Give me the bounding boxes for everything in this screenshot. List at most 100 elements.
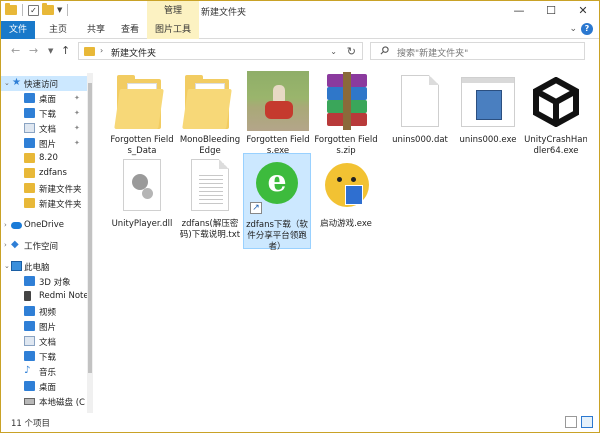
chevron-down-icon[interactable]: ⌄ [330, 47, 337, 56]
sidebar-item-music[interactable]: ♪ 音乐 [1, 364, 87, 379]
sidebar-item-desktop[interactable]: 桌面 [1, 379, 87, 394]
chevron-down-icon[interactable]: ⌄ [4, 79, 10, 87]
download-icon [24, 351, 35, 361]
sidebar-item-pictures[interactable]: 图片 ✦ [1, 136, 87, 151]
cloud-icon [11, 222, 22, 229]
video-icon [24, 306, 35, 316]
sidebar-item-folder[interactable]: 新建文件夹 [1, 196, 87, 211]
sidebar-item-label: 本地磁盘 (C [39, 398, 85, 408]
pin-icon[interactable]: ✦ [74, 94, 80, 102]
large-icons-view-icon[interactable] [581, 416, 593, 428]
sidebar-item-documents[interactable]: 文档 ✦ [1, 121, 87, 136]
list-item[interactable]: e ↗ zdfans下载（软件分享平台领跑者） [243, 153, 311, 252]
expand-ribbon-icon[interactable]: ⌄ [569, 24, 577, 34]
pictures-icon [24, 138, 35, 148]
file-name: unins000.dat [392, 135, 448, 145]
navigation-bar: ← → ▼ ↑ › 新建文件夹 ⌄ ↻ 搜索"新建文件夹" [1, 39, 599, 63]
file-name: UnityPlayer.dll [111, 219, 173, 229]
pin-icon[interactable]: ✦ [74, 124, 80, 132]
list-item[interactable]: zdfans(解压密码)下载说明.txt [177, 155, 243, 241]
forward-arrow-icon[interactable]: → [29, 44, 38, 57]
sidebar-item-label: 音乐 [39, 368, 57, 378]
sidebar-item-folder[interactable]: 8.20 [1, 151, 87, 166]
sidebar-item-this-pc[interactable]: ⌄ 此电脑 [1, 259, 87, 274]
list-item[interactable]: MonoBleeding Edge [177, 71, 243, 157]
maximize-button[interactable]: ☐ [535, 1, 567, 21]
search-box[interactable]: 搜索"新建文件夹" [370, 42, 585, 60]
list-item[interactable]: unins000.dat [387, 71, 453, 146]
close-button[interactable]: ✕ [567, 1, 599, 21]
list-item[interactable]: UnityPlayer.dll [109, 155, 175, 230]
sidebar-item-folder[interactable]: zdfans [1, 166, 87, 181]
quick-access-toolbar: ✓ ▼ [5, 3, 70, 16]
details-view-icon[interactable] [565, 416, 577, 428]
sidebar-item-label: 图片 [39, 323, 57, 333]
back-arrow-icon[interactable]: ← [11, 44, 20, 57]
list-item[interactable]: unins000.exe [455, 71, 521, 146]
toolbar-divider [22, 4, 23, 16]
chevron-down-icon[interactable]: ⌄ [4, 262, 10, 270]
sidebar-item-onedrive[interactable]: › OneDrive [1, 218, 87, 233]
pin-icon[interactable]: ✦ [74, 109, 80, 117]
sidebar-item-3d-objects[interactable]: 3D 对象 [1, 274, 87, 289]
file-name: zdfans(解压密码)下载说明.txt [179, 219, 241, 240]
sidebar-item-workspace[interactable]: › ◆ 工作空间 [1, 238, 87, 253]
file-name: 启动游戏.exe [320, 219, 372, 229]
search-input[interactable]: 搜索"新建文件夹" [397, 46, 468, 59]
list-item[interactable]: 启动游戏.exe [313, 155, 379, 230]
sidebar-scrollbar[interactable] [87, 73, 93, 413]
sidebar-item-downloads[interactable]: 下载 [1, 349, 87, 364]
refresh-icon[interactable]: ↻ [347, 45, 356, 58]
address-bar[interactable]: › 新建文件夹 ⌄ ↻ [78, 42, 363, 60]
sidebar-item-quick-access[interactable]: ⌄ ★ 快速访问 [1, 76, 87, 91]
sidebar-item-label: 新建文件夹 [39, 200, 82, 210]
view-toggle [565, 416, 593, 428]
minimize-button[interactable]: — [503, 1, 535, 21]
recent-locations-icon[interactable]: ▼ [48, 47, 53, 55]
help-icon[interactable]: ? [581, 23, 593, 35]
sidebar-item-local-disk[interactable]: 本地磁盘 (C [1, 394, 87, 409]
sidebar-item-label: 桌面 [39, 95, 57, 105]
sidebar-item-folder[interactable]: 新建文件夹 [1, 181, 87, 196]
chevron-right-icon[interactable]: › [4, 241, 7, 249]
context-group-label[interactable]: 管理 [147, 1, 199, 21]
tab-home[interactable]: 主页 [41, 21, 75, 39]
new-folder-icon[interactable] [42, 3, 54, 15]
sidebar-item-documents[interactable]: 文档 [1, 334, 87, 349]
list-item[interactable]: Forgotten Fields.exe [245, 71, 311, 157]
sidebar-item-label: zdfans [39, 168, 67, 178]
scrollbar-thumb[interactable] [88, 83, 92, 373]
properties-icon[interactable]: ✓ [28, 4, 39, 16]
sidebar-item-phone[interactable]: Redmi Note [1, 289, 89, 304]
sidebar-item-videos[interactable]: 视频 [1, 304, 87, 319]
tab-view[interactable]: 查看 [113, 21, 147, 39]
chevron-right-icon[interactable]: › [4, 221, 7, 229]
drive-icon [24, 398, 35, 405]
list-item[interactable]: Forgotten Fields_Data [109, 71, 175, 157]
sidebar-item-label: 下载 [39, 353, 57, 363]
tab-file[interactable]: 文件 [1, 21, 35, 39]
list-item[interactable]: UnityCrashHandler64.exe [523, 71, 589, 157]
unity-logo-icon [525, 71, 587, 133]
sidebar-item-downloads[interactable]: 下载 ✦ [1, 106, 87, 121]
breadcrumb[interactable]: 新建文件夹 [111, 46, 156, 59]
workspace-icon: ◆ [11, 239, 19, 250]
tab-picture-tools[interactable]: 图片工具 [147, 21, 199, 39]
content-scrollbar[interactable] [587, 63, 597, 413]
list-item[interactable]: Forgotten Fields.zip [313, 71, 379, 157]
browser-shortcut-icon: e ↗ [246, 156, 308, 218]
sidebar-item-pictures[interactable]: 图片 [1, 319, 87, 334]
sidebar-item-desktop[interactable]: 桌面 ✦ [1, 91, 87, 106]
customize-toolbar-icon[interactable]: ▼ [57, 6, 62, 14]
explorer-window: ✓ ▼ 管理 新建文件夹 — ☐ ✕ 文件 主页 共享 查看 图片工具 ⌄ ? … [0, 0, 600, 433]
tab-share[interactable]: 共享 [79, 21, 113, 39]
chevron-right-icon[interactable]: › [100, 46, 103, 55]
sidebar-item-label: Redmi Note [39, 291, 89, 301]
up-arrow-icon[interactable]: ↑ [61, 44, 70, 57]
chick-shield-icon [315, 155, 377, 217]
pin-icon[interactable]: ✦ [74, 139, 80, 147]
sidebar-item-label: 文档 [39, 125, 57, 135]
file-name: unins000.exe [459, 135, 517, 145]
blank-document-icon [389, 71, 451, 133]
sidebar-item-label: 8.20 [39, 153, 58, 163]
